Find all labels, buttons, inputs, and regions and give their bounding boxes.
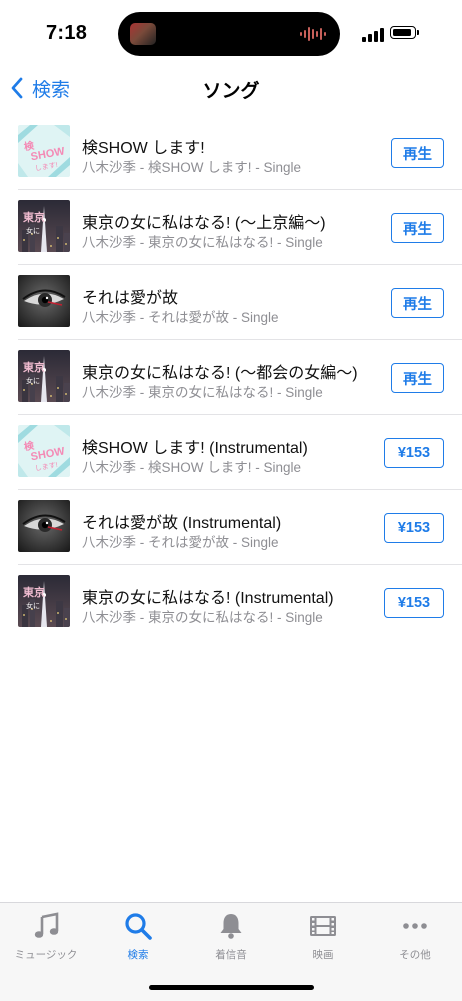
album-art-tokyo-image: 東京 女に xyxy=(18,575,70,627)
buy-price-button[interactable]: ¥153 xyxy=(384,513,444,543)
song-row[interactable]: 検 SHOW します! 検SHOW します! 八木沙季 - 検SHOW します!… xyxy=(18,115,462,190)
song-row[interactable]: それは愛が故 (Instrumental) 八木沙季 - それは愛が故 - Si… xyxy=(18,490,462,565)
tab-music[interactable]: ミュージック xyxy=(0,911,92,969)
tab-search[interactable]: 検索 xyxy=(92,911,184,969)
song-title: 検SHOW します! (Instrumental) xyxy=(82,440,308,457)
album-art-tokyo-image: 東京 女に xyxy=(18,200,70,252)
page-title: ソング xyxy=(202,81,260,102)
album-art-eye-image xyxy=(18,500,70,552)
song-subtitle: 八木沙季 - 検SHOW します! - Single xyxy=(82,160,302,175)
song-row[interactable]: それは愛が故 八木沙季 - それは愛が故 - Single 再生 xyxy=(18,265,462,340)
status-bar: 7:18 xyxy=(0,0,462,62)
song-title: 東京の女に私はなる! (〜都会の女編〜) xyxy=(82,365,358,382)
play-button[interactable]: 再生 xyxy=(391,138,444,168)
now-playing-thumbnail-icon xyxy=(130,23,156,45)
buy-price-button[interactable]: ¥153 xyxy=(384,438,444,468)
more-icon xyxy=(403,923,427,929)
tab-movies[interactable]: 映画 xyxy=(277,911,369,969)
svg-text:東京: 東京 xyxy=(23,360,45,374)
song-row[interactable]: 東京 女に 東京の女に私はなる! (〜上京編〜) 八木沙季 - 東京の女に私はな… xyxy=(18,190,462,265)
album-art[interactable]: 東京 女に xyxy=(18,200,70,252)
tab-label: ミュージック xyxy=(14,949,78,961)
cellular-signal-icon xyxy=(362,28,384,42)
song-title: 検SHOW します! xyxy=(82,140,205,157)
album-art[interactable]: 東京 女に xyxy=(18,350,70,402)
tab-label: その他 xyxy=(399,949,431,961)
album-art-show-image: 検 SHOW します! xyxy=(18,125,70,177)
song-subtitle: 八木沙季 - それは愛が故 - Single xyxy=(82,535,279,550)
dynamic-island[interactable] xyxy=(118,12,340,56)
buy-price-button[interactable]: ¥153 xyxy=(384,588,444,618)
battery-cap xyxy=(417,30,419,35)
tab-label: 映画 xyxy=(312,949,334,961)
album-art[interactable]: 検 SHOW します! xyxy=(18,125,70,177)
song-title: 東京の女に私はなる! (Instrumental) xyxy=(82,590,334,607)
tab-label: 着信音 xyxy=(215,949,247,961)
play-button[interactable]: 再生 xyxy=(391,213,444,243)
song-subtitle: 八木沙季 - それは愛が故 - Single xyxy=(82,310,279,325)
album-art-show-image: 検 SHOW します! xyxy=(18,425,70,477)
song-title: それは愛が故 (Instrumental) xyxy=(82,515,282,532)
song-subtitle: 八木沙季 - 東京の女に私はなる! - Single xyxy=(82,385,323,400)
tab-ringtones[interactable]: 着信音 xyxy=(185,911,277,969)
svg-text:女に: 女に xyxy=(26,376,40,385)
play-button[interactable]: 再生 xyxy=(391,288,444,318)
album-art-tokyo-image: 東京 女に xyxy=(18,350,70,402)
tab-more[interactable]: その他 xyxy=(369,911,461,969)
tab-label: 検索 xyxy=(127,949,149,961)
song-title: 東京の女に私はなる! (〜上京編〜) xyxy=(82,215,326,232)
song-title: それは愛が故 xyxy=(82,290,179,307)
svg-text:東京: 東京 xyxy=(23,585,45,599)
status-time: 7:18 xyxy=(46,22,88,44)
song-subtitle: 八木沙季 - 東京の女に私はなる! - Single xyxy=(82,610,323,625)
svg-text:東京: 東京 xyxy=(23,210,45,224)
album-art[interactable] xyxy=(18,500,70,552)
album-art-eye-image xyxy=(18,275,70,327)
song-row[interactable]: 検 SHOW します! 検SHOW します! (Instrumental) 八木… xyxy=(18,415,462,490)
audio-waveform-icon xyxy=(300,27,326,41)
home-indicator xyxy=(149,985,314,990)
song-subtitle: 八木沙季 - 検SHOW します! - Single xyxy=(82,460,302,475)
song-subtitle: 八木沙季 - 東京の女に私はなる! - Single xyxy=(82,235,323,250)
svg-text:女に: 女に xyxy=(26,226,40,235)
play-button[interactable]: 再生 xyxy=(391,363,444,393)
battery-icon xyxy=(390,26,416,39)
album-art[interactable]: 東京 女に xyxy=(18,575,70,627)
music-note-icon xyxy=(34,912,59,938)
svg-text:女に: 女に xyxy=(26,601,40,610)
navigation-bar: 検索 ソング xyxy=(0,62,462,114)
search-icon xyxy=(125,913,152,940)
album-art[interactable]: 検 SHOW します! xyxy=(18,425,70,477)
album-art[interactable] xyxy=(18,275,70,327)
song-row[interactable]: 東京 女に 東京の女に私はなる! (〜都会の女編〜) 八木沙季 - 東京の女に私… xyxy=(18,340,462,415)
bell-icon xyxy=(220,914,242,939)
song-row[interactable]: 東京 女に 東京の女に私はなる! (Instrumental) 八木沙季 - 東… xyxy=(18,565,462,640)
film-icon xyxy=(310,916,336,936)
